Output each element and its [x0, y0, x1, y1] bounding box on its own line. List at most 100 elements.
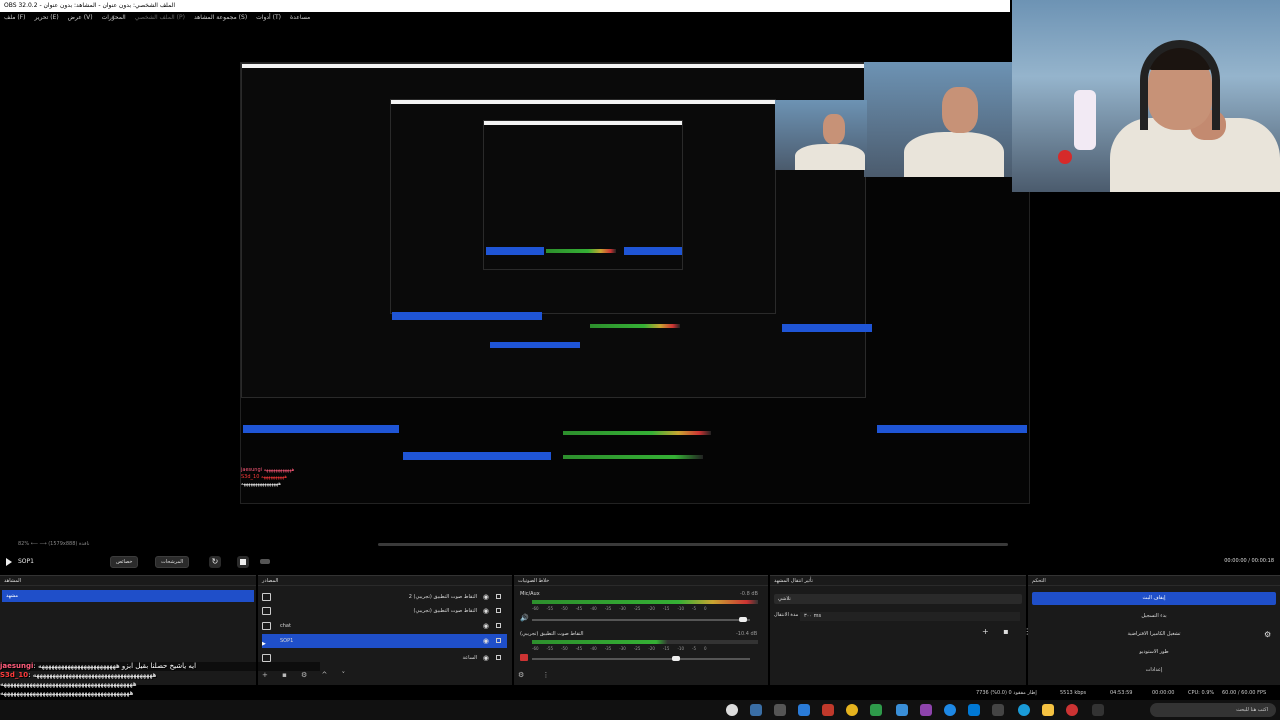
mixer-toolbar[interactable]: ⚙ ⋮: [518, 671, 558, 679]
mixer-channel-name: التقاط صوت التطبيق (تجريبي): [520, 631, 584, 637]
current-scene-name: SOP1: [18, 558, 34, 565]
taskbar-search[interactable]: اكتب هنا للبحث: [1150, 703, 1276, 717]
volume-slider[interactable]: [532, 658, 750, 660]
sources-dock-title: المصادر: [258, 576, 512, 586]
virtual-camera-settings-icon[interactable]: ⚙: [1264, 630, 1271, 639]
preview-zoom-info: 82% ⟵ ⟶ (1579x888) نافذة: [18, 541, 90, 547]
volume-slider-knob[interactable]: [672, 656, 680, 661]
explorer-taskbar-icon[interactable]: [1042, 704, 1054, 716]
menu-tools[interactable]: أدوات (T): [256, 12, 281, 24]
nested-meter-2: [563, 455, 703, 459]
title-bar: OBS 32.0.2 - الملف الشخصي: بدون عنوان - …: [0, 0, 1010, 12]
eye-icon[interactable]: ◉: [483, 590, 489, 604]
obs-window: OBS 32.0.2 - الملف الشخصي: بدون عنوان - …: [0, 0, 1280, 720]
source-row[interactable]: chat ◉: [262, 619, 507, 633]
start-recording-button[interactable]: بدء التسجيل: [1032, 610, 1276, 623]
fps: 60.00 / 60.00 FPS: [1222, 690, 1267, 696]
mixer-channel-db: -10.4 dB: [736, 631, 758, 637]
nested-source-selected: [403, 452, 551, 460]
app-taskbar-icon[interactable]: [798, 704, 810, 716]
nested-webcam-1: [864, 62, 1012, 177]
lock-icon[interactable]: [496, 594, 501, 599]
mute-icon[interactable]: [520, 654, 528, 661]
lock-icon[interactable]: [496, 623, 501, 628]
audio-capture-icon: [262, 593, 271, 601]
source-row[interactable]: التقاط صوت التطبيق (تجريبي) ◉: [262, 604, 507, 618]
menu-scene-collection[interactable]: مجموعة المشاهد (S): [194, 12, 247, 24]
app-taskbar-icon[interactable]: [992, 704, 1004, 716]
nested-stop-button: [877, 425, 1027, 433]
preview-scrollbar[interactable]: [378, 543, 1008, 546]
obs-taskbar-icon[interactable]: [726, 704, 738, 716]
lock-icon[interactable]: [496, 655, 501, 660]
nested-capture: [241, 63, 872, 398]
mixer-channel-name: Mic/Aux: [520, 591, 540, 597]
mixer-ticks: -60 -55 -50 -45 -40 -35 -30 -25 -20 -15 -10 -5 0: [532, 606, 707, 611]
app-taskbar-icon[interactable]: [944, 704, 956, 716]
settings-button[interactable]: إعدادات: [1032, 664, 1276, 677]
eye-icon[interactable]: ◉: [483, 604, 489, 618]
media-time: 00:00:00 / 00:00:18: [1224, 558, 1274, 564]
lock-icon[interactable]: [496, 638, 501, 643]
filters-button[interactable]: المرشحات: [155, 556, 190, 568]
windows-taskbar: [0, 700, 1280, 720]
volume-slider[interactable]: [532, 619, 750, 621]
eye-icon[interactable]: ◉: [483, 651, 489, 665]
play-icon[interactable]: [6, 558, 12, 566]
menu-file[interactable]: ملف (F): [4, 12, 25, 24]
menu-bar: ملف (F) تحرير (E) عرض (V) المحوّرات المل…: [0, 12, 1010, 24]
app-taskbar-icon[interactable]: [822, 704, 834, 716]
speaker-icon[interactable]: 🔊: [520, 614, 529, 622]
app-taskbar-icon[interactable]: [750, 704, 762, 716]
mixer-channel-db: -0.8 dB: [740, 591, 758, 597]
source-row[interactable]: التقاط صوت التطبيق (تجريبي) 2 ◉: [262, 590, 507, 604]
eye-icon[interactable]: ◉: [483, 619, 489, 633]
transitions-title: تأثير انتقال المشهد: [770, 576, 1026, 586]
refresh-icon[interactable]: ↻: [209, 556, 221, 568]
stop-streaming-button[interactable]: إيقاف البث: [1032, 592, 1276, 605]
edge-taskbar-icon[interactable]: [1018, 704, 1030, 716]
app-taskbar-icon[interactable]: [896, 704, 908, 716]
nested-meter-1: [563, 431, 711, 435]
nested-capture-inner2: [483, 120, 683, 270]
dropped-frames: إطار مفقود 0 (0.0%) 7736: [976, 690, 1037, 696]
source-row-selected[interactable]: ▶ SOP1 ◉: [262, 634, 507, 648]
app-taskbar-icon[interactable]: [1066, 704, 1078, 716]
properties-button[interactable]: خصائص: [110, 556, 139, 568]
stop-icon[interactable]: [237, 556, 249, 568]
scenes-dock-title: المشاهد: [0, 576, 256, 586]
cpu-usage: CPU: 0.9%: [1188, 690, 1215, 696]
scene-item-selected[interactable]: مشهد: [2, 590, 254, 602]
app-taskbar-icon[interactable]: [870, 704, 882, 716]
controls-title: التحكم: [1028, 576, 1280, 586]
transition-duration-input[interactable]: ٣٠٠ ms: [800, 612, 1020, 621]
settings-taskbar-icon[interactable]: [774, 704, 786, 716]
menu-edit[interactable]: تحرير (E): [34, 12, 58, 24]
menu-view[interactable]: عرض (V): [68, 12, 93, 24]
menu-docks[interactable]: المحوّرات: [102, 12, 126, 24]
clock-source-icon: [262, 654, 271, 662]
mixer-ticks: -60 -55 -50 -45 -40 -35 -30 -25 -20 -15 -10 -5 0: [532, 646, 707, 651]
audio-capture-icon: [262, 607, 271, 615]
status-bar: إطار مفقود 0 (0.0%) 7736 5513 kbps 04:53…: [0, 688, 1280, 698]
transition-type-select[interactable]: تلاشي: [774, 594, 1022, 604]
menu-profile[interactable]: الملف الشخصي (P): [135, 12, 185, 24]
chrome-taskbar-icon[interactable]: [846, 704, 858, 716]
task-view-icon[interactable]: [1092, 704, 1104, 716]
menu-help[interactable]: مساعدة: [290, 12, 310, 24]
chat-line: jaesungi: ايه ياشيخ حصلنا بقيل ابزو هههه…: [0, 662, 320, 671]
nested-webcam-2: [775, 100, 867, 170]
lock-icon[interactable]: [496, 608, 501, 613]
media-progress[interactable]: [260, 559, 270, 564]
rec-time: 00:00:00: [1152, 690, 1175, 696]
studio-mode-button[interactable]: طور الاستوديو: [1032, 646, 1276, 659]
app-taskbar-icon[interactable]: [968, 704, 980, 716]
bitrate: 5513 kbps: [1060, 690, 1087, 696]
start-virtual-camera-button[interactable]: تشغيل الكاميرا الافتراضية: [1032, 628, 1276, 641]
nested-capture-inner: [390, 99, 776, 314]
chat-line: S3d_10: هههههههههههههههههههههههههههههههه…: [0, 671, 157, 679]
browser-source-icon: [262, 622, 271, 630]
volume-slider-knob[interactable]: [739, 617, 747, 622]
app-taskbar-icon[interactable]: [920, 704, 932, 716]
eye-icon[interactable]: ◉: [483, 634, 489, 648]
